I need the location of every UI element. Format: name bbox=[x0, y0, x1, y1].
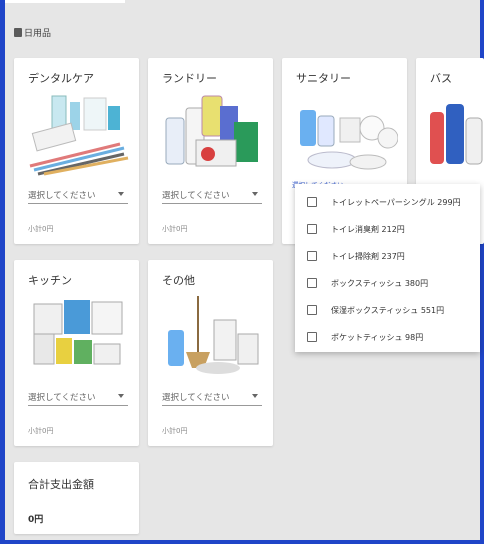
laundry-select[interactable]: 選択してください bbox=[162, 184, 262, 204]
caret-down-icon bbox=[252, 394, 258, 398]
caret-down-icon bbox=[118, 394, 124, 398]
dental-subtotal: 小計0円 bbox=[28, 225, 54, 233]
category-card-laundry: ランドリー 選択してください 小計0円 bbox=[148, 58, 273, 244]
sanitary-dropdown-menu: トイレットペーパーシングル 299円 トイレ消臭剤 212円 トイレ掃除剤 23… bbox=[295, 184, 480, 352]
dropdown-option[interactable]: トイレットペーパーシングル 299円 bbox=[295, 190, 480, 214]
total-title: 合計支出金額 bbox=[28, 478, 94, 491]
select-placeholder: 選択してください bbox=[162, 191, 230, 201]
dropdown-option[interactable]: ポケットティッシュ 98円 bbox=[295, 325, 480, 349]
caret-down-icon bbox=[252, 192, 258, 196]
kitchen-subtotal: 小計0円 bbox=[28, 427, 54, 435]
option-label: 保湿ボックスティッシュ 551円 bbox=[331, 306, 445, 315]
dropdown-option[interactable]: トイレ掃除剤 237円 bbox=[295, 244, 480, 268]
category-title: サニタリー bbox=[296, 72, 351, 85]
total-value: 0円 bbox=[28, 515, 44, 525]
window-frame-bottom bbox=[0, 540, 484, 544]
option-label: ポケットティッシュ 98円 bbox=[331, 333, 424, 342]
category-title: ランドリー bbox=[162, 72, 217, 85]
caret-down-icon bbox=[118, 192, 124, 196]
sanitary-products-image bbox=[300, 110, 398, 170]
window-frame-top bbox=[5, 0, 125, 3]
bath-products-image bbox=[430, 104, 483, 165]
window-frame-left bbox=[0, 0, 5, 544]
checkbox[interactable] bbox=[307, 251, 317, 261]
paper-roll-icon bbox=[14, 28, 22, 37]
category-card-dental: デンタルケア 選択してください 小計0円 bbox=[14, 58, 139, 244]
kitchen-select[interactable]: 選択してください bbox=[28, 386, 128, 406]
checkbox[interactable] bbox=[307, 197, 317, 207]
dropdown-option[interactable]: ボックスティッシュ 380円 bbox=[295, 271, 480, 295]
checkbox[interactable] bbox=[307, 332, 317, 342]
other-subtotal: 小計0円 bbox=[162, 427, 188, 435]
select-placeholder: 選択してください bbox=[162, 393, 230, 403]
kitchen-products-image bbox=[33, 300, 123, 365]
dental-select[interactable]: 選択してください bbox=[28, 184, 128, 204]
category-title: キッチン bbox=[28, 274, 72, 287]
select-placeholder: 選択してください bbox=[28, 191, 96, 201]
section-title: 日用品 bbox=[24, 29, 52, 39]
laundry-products-image bbox=[165, 95, 258, 167]
laundry-subtotal: 小計0円 bbox=[162, 225, 188, 233]
section-header: 日用品 bbox=[14, 26, 51, 39]
dental-products-image bbox=[29, 95, 129, 176]
category-title: その他 bbox=[162, 274, 195, 287]
category-card-kitchen: キッチン 選択してください 小計0円 bbox=[14, 260, 139, 446]
total-card: 合計支出金額 0円 bbox=[14, 462, 139, 534]
select-placeholder: 選択してください bbox=[28, 393, 96, 403]
checkbox[interactable] bbox=[307, 305, 317, 315]
other-products-image bbox=[168, 296, 259, 374]
category-title: バス bbox=[430, 72, 452, 85]
checkbox[interactable] bbox=[307, 278, 317, 288]
category-card-other: その他 選択してください 小計0円 bbox=[148, 260, 273, 446]
option-label: ボックスティッシュ 380円 bbox=[331, 279, 429, 288]
dropdown-option[interactable]: 保湿ボックスティッシュ 551円 bbox=[295, 298, 480, 322]
option-label: トイレ消臭剤 212円 bbox=[331, 225, 405, 234]
option-label: トイレ掃除剤 237円 bbox=[331, 252, 405, 261]
category-title: デンタルケア bbox=[28, 72, 94, 85]
dropdown-option[interactable]: トイレ消臭剤 212円 bbox=[295, 217, 480, 241]
other-select[interactable]: 選択してください bbox=[162, 386, 262, 406]
option-label: トイレットペーパーシングル 299円 bbox=[331, 198, 461, 207]
checkbox[interactable] bbox=[307, 224, 317, 234]
